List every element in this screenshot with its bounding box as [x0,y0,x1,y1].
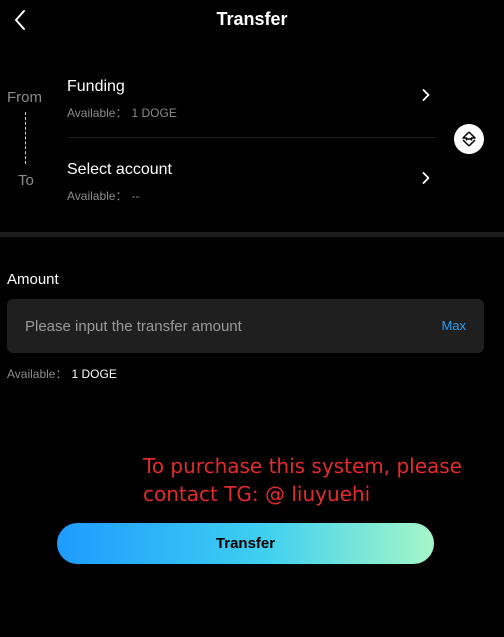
swap-button[interactable] [454,124,484,154]
header-bar: Transfer [0,0,504,40]
max-button[interactable]: Max [441,318,466,333]
transfer-submit-button[interactable]: Transfer [57,523,434,564]
to-available-value: -- [131,189,140,203]
from-account-available: Available： 1 DOGE [67,104,177,121]
swap-icon [462,131,476,147]
section-separator [0,232,504,237]
chevron-right-icon [422,89,430,101]
amount-input[interactable] [25,299,405,353]
chevron-right-icon [422,172,430,184]
amount-available: Available： 1 DOGE [7,365,117,382]
transfer-panel: From To Funding Available： 1 DOGE Select … [0,60,504,230]
to-account-name: Select account [67,161,172,178]
from-available-key: Available： [67,106,128,120]
to-account-available: Available： -- [67,187,139,204]
page-title: Transfer [216,9,288,29]
from-account-name: Funding [67,78,125,95]
row-divider [67,137,437,138]
from-available-value: 1 DOGE [131,106,177,120]
from-to-connector [25,112,26,164]
amount-available-key: Available： [7,367,68,381]
to-label: To [18,172,34,189]
from-label: From [7,89,42,106]
to-available-key: Available： [67,189,128,203]
amount-available-value: 1 DOGE [71,367,117,381]
amount-field-container: Max [7,299,484,353]
promo-watermark-text: To purchase this system, please contact … [143,454,462,506]
from-account-selector[interactable]: Funding Available： 1 DOGE [67,70,437,140]
to-account-selector[interactable]: Select account Available： -- [67,153,437,223]
amount-label: Amount [7,271,59,288]
